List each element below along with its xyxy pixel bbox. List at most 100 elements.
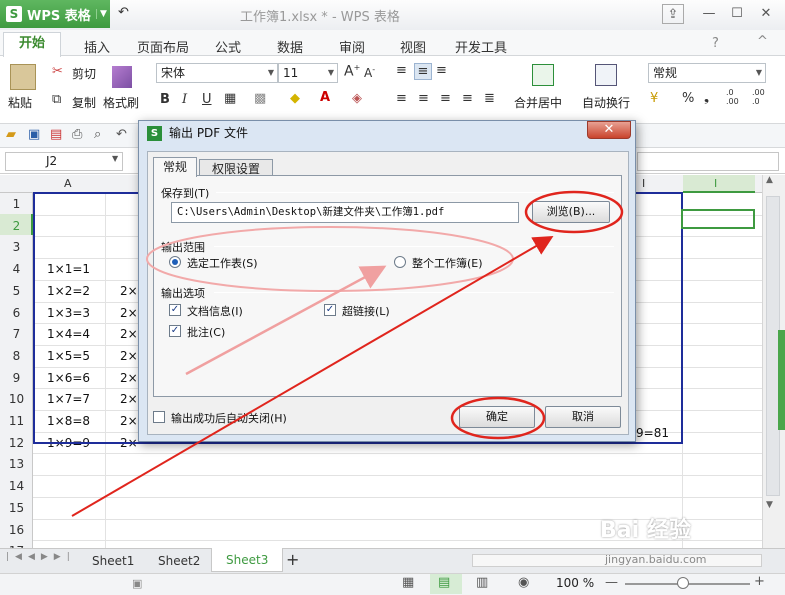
align-right-icon[interactable]: ≡ bbox=[440, 91, 451, 106]
ribbon-toggle-icon[interactable]: ⇪ bbox=[662, 4, 684, 24]
row-header-4[interactable]: 4 bbox=[0, 262, 33, 284]
checkbox-doc-info-label[interactable]: 文档信息(I) bbox=[187, 303, 243, 319]
normal-view-icon[interactable]: ▦ bbox=[402, 575, 414, 590]
save-icon[interactable]: ▣ bbox=[28, 127, 40, 142]
save-path-input[interactable]: C:\Users\Admin\Desktop\新建文件夹\工作簿1.pdf bbox=[171, 202, 519, 223]
tab-data[interactable]: 数据 bbox=[277, 37, 303, 56]
wrap-text-icon[interactable] bbox=[595, 64, 617, 86]
active-cell-j2[interactable] bbox=[681, 209, 755, 229]
tab-formulas[interactable]: 公式 bbox=[215, 37, 241, 56]
font-color-icon[interactable]: A bbox=[320, 90, 330, 105]
radio-selected-sheets[interactable] bbox=[169, 256, 181, 268]
align-center-icon[interactable]: ≡ bbox=[418, 91, 429, 106]
sheet-tab-1[interactable]: Sheet1 bbox=[78, 549, 148, 573]
radio-whole-workbook[interactable] bbox=[394, 256, 406, 268]
checkbox-doc-info[interactable]: ✓ bbox=[169, 304, 181, 316]
format-painter-icon[interactable] bbox=[112, 66, 132, 88]
undo-icon[interactable]: ↶ bbox=[116, 127, 127, 142]
checkbox-comments[interactable]: ✓ bbox=[169, 325, 181, 337]
italic-button[interactable]: I bbox=[182, 92, 187, 107]
tab-developer[interactable]: 开发工具 bbox=[455, 37, 507, 56]
font-size-select[interactable]: 11 ▼ bbox=[278, 63, 338, 83]
row-header-14[interactable]: 14 bbox=[0, 479, 33, 501]
undo-icon[interactable]: ↶ bbox=[118, 5, 129, 20]
radio-whole-workbook-label[interactable]: 整个工作簿(E) bbox=[412, 255, 483, 271]
merge-center-icon[interactable] bbox=[532, 64, 554, 86]
browse-button[interactable]: 浏览(B)... bbox=[532, 201, 610, 223]
cancel-button[interactable]: 取消 bbox=[545, 406, 621, 428]
row-header-12[interactable]: 12 bbox=[0, 436, 33, 458]
percent-button[interactable]: % bbox=[682, 91, 694, 106]
page-break-view-icon[interactable]: ▤ bbox=[438, 575, 450, 590]
print-icon[interactable]: ⎙ bbox=[72, 127, 82, 142]
zoom-slider-thumb[interactable] bbox=[677, 577, 689, 589]
number-format-select[interactable]: 常规 ▼ bbox=[648, 63, 766, 83]
align-bottom-icon[interactable]: ≡ bbox=[436, 63, 447, 78]
clear-format-icon[interactable]: ◈ bbox=[352, 91, 362, 106]
tab-review[interactable]: 审阅 bbox=[339, 37, 365, 56]
radio-selected-sheets-label[interactable]: 选定工作表(S) bbox=[187, 255, 258, 271]
row-header-9[interactable]: 9 bbox=[0, 371, 33, 393]
tab-insert[interactable]: 插入 bbox=[84, 37, 110, 56]
scroll-down-icon[interactable]: ▼ bbox=[766, 500, 773, 510]
grow-font-icon[interactable]: A+ bbox=[344, 63, 360, 80]
row-header-3[interactable]: 3 bbox=[0, 240, 33, 262]
cut-button[interactable]: 剪切 bbox=[72, 65, 96, 82]
tab-view[interactable]: 视图 bbox=[400, 37, 426, 56]
tab-home[interactable]: 开始 bbox=[3, 32, 61, 57]
reading-layout-icon[interactable]: ▥ bbox=[476, 575, 488, 590]
export-pdf-icon[interactable]: ▤ bbox=[50, 127, 62, 142]
scroll-up-icon[interactable]: ▲ bbox=[766, 175, 773, 185]
font-name-select[interactable]: 宋体 ▼ bbox=[156, 63, 278, 83]
merge-center-button[interactable]: 合并居中 bbox=[514, 94, 562, 111]
row-header-1[interactable]: 1 bbox=[0, 197, 33, 219]
align-left-icon[interactable]: ≡ bbox=[396, 91, 407, 106]
shrink-font-icon[interactable]: A- bbox=[364, 65, 375, 80]
minimize-button[interactable]: — bbox=[698, 4, 720, 24]
row-header-10[interactable]: 10 bbox=[0, 392, 33, 414]
sheet-nav-icons[interactable]: |◀◀▶▶| bbox=[6, 552, 76, 562]
increase-decimal-button[interactable]: .0 .00 bbox=[726, 88, 739, 106]
paste-icon[interactable] bbox=[10, 64, 36, 90]
checkbox-auto-close[interactable] bbox=[153, 411, 165, 423]
column-header-a[interactable]: A bbox=[64, 177, 72, 190]
print-preview-icon[interactable]: ⌕ bbox=[94, 127, 101, 142]
borders-icon[interactable]: ▦ bbox=[224, 91, 236, 106]
sheet-tab-3[interactable]: Sheet3 bbox=[211, 548, 284, 572]
copy-button[interactable]: 复制 bbox=[72, 94, 96, 111]
chevron-down-icon[interactable]: ▼ bbox=[112, 154, 118, 163]
formula-input[interactable] bbox=[637, 152, 779, 171]
align-middle-icon[interactable]: ≡ bbox=[414, 63, 432, 80]
app-menu-button[interactable]: S WPS 表格 ▼ bbox=[0, 0, 110, 28]
row-header-16[interactable]: 16 bbox=[0, 523, 33, 545]
sheet-tab-2[interactable]: Sheet2 bbox=[144, 549, 214, 573]
row-header-8[interactable]: 8 bbox=[0, 349, 33, 371]
eye-protect-icon[interactable]: ◉ bbox=[518, 575, 529, 590]
distributed-icon[interactable]: ≣ bbox=[484, 91, 495, 106]
wrap-text-button[interactable]: 自动换行 bbox=[582, 94, 630, 111]
cell-i12[interactable]: 9=81 bbox=[636, 426, 669, 440]
ribbon-collapse-icon[interactable]: ^ bbox=[757, 34, 768, 49]
open-icon[interactable]: ▰ bbox=[6, 127, 16, 142]
currency-icon[interactable]: ¥ bbox=[650, 91, 658, 106]
column-header-i[interactable]: I bbox=[642, 177, 645, 190]
dialog-close-button[interactable]: ✕ bbox=[587, 121, 631, 139]
fill-pattern-icon[interactable]: ▩ bbox=[254, 91, 266, 106]
bold-button[interactable]: B bbox=[160, 92, 170, 107]
comma-style-button[interactable]: ❟ bbox=[704, 90, 709, 105]
column-header-j[interactable]: I bbox=[714, 177, 717, 190]
maximize-button[interactable]: ☐ bbox=[726, 4, 748, 24]
close-button[interactable]: ✕ bbox=[755, 4, 777, 24]
checkbox-comments-label[interactable]: 批注(C) bbox=[187, 324, 225, 340]
justify-icon[interactable]: ≡ bbox=[462, 91, 473, 106]
align-top-icon[interactable]: ≡ bbox=[396, 63, 407, 78]
row-header-5[interactable]: 5 bbox=[0, 284, 33, 306]
row-header-7[interactable]: 7 bbox=[0, 327, 33, 349]
side-panel-toggle[interactable] bbox=[778, 330, 785, 430]
add-sheet-icon[interactable]: + bbox=[286, 550, 299, 569]
fill-color-icon[interactable]: ◆ bbox=[290, 91, 300, 106]
zoom-level[interactable]: 100 % bbox=[556, 576, 594, 590]
underline-button[interactable]: U bbox=[202, 92, 212, 107]
row-header-15[interactable]: 15 bbox=[0, 501, 33, 523]
zoom-out-icon[interactable]: — bbox=[605, 575, 618, 590]
